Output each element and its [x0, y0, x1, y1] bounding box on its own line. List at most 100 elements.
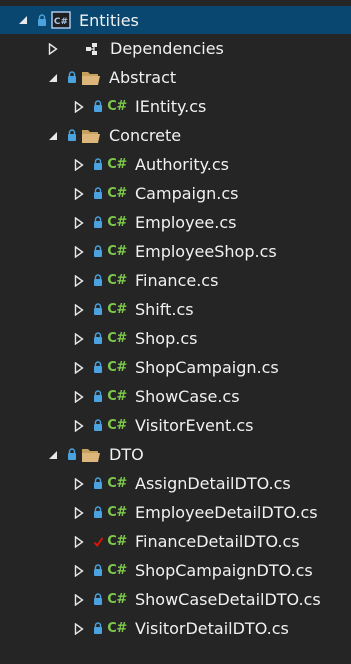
tree-node-label: Entities [79, 10, 139, 30]
csharp-file-icon: C# [107, 331, 127, 346]
collapsed-arrow-icon[interactable] [72, 158, 86, 172]
tree-node-label: EmployeeDetailDTO.cs [135, 503, 318, 522]
collapsed-arrow-icon[interactable] [72, 245, 86, 259]
folder-open-icon [81, 70, 101, 86]
collapsed-arrow-icon[interactable] [72, 477, 86, 491]
csharp-file-icon: C# [107, 505, 127, 520]
tree-node-label: Concrete [109, 126, 182, 145]
tree-node-label: Authority.cs [135, 155, 229, 174]
tree-node-entities-project[interactable]: C# Entities [0, 6, 351, 34]
svg-text:C#: C# [54, 17, 68, 27]
csharp-file-icon: C# [107, 418, 127, 433]
lock-icon [92, 593, 104, 607]
tree-node-folder-abstract[interactable]: Abstract [0, 63, 351, 92]
tree-node-label: Dependencies [110, 39, 224, 58]
tree-node-label: ShowCase.cs [135, 387, 240, 406]
tree-node-file[interactable]: C# FinanceDetailDTO.cs [0, 527, 351, 556]
lock-icon [92, 274, 104, 288]
dependencies-icon [82, 41, 102, 57]
tree-node-file[interactable]: C# ShowCase.cs [0, 382, 351, 411]
lock-icon [92, 216, 104, 230]
csharp-file-icon: C# [107, 157, 127, 172]
tree-node-label: VisitorDetailDTO.cs [135, 619, 289, 638]
collapsed-arrow-icon[interactable] [72, 564, 86, 578]
collapsed-arrow-icon[interactable] [72, 535, 86, 549]
solution-explorer-tree: C# Entities Dependencies Abstract C# IEn… [0, 6, 351, 643]
lock-icon [66, 71, 78, 85]
lock-icon [92, 419, 104, 433]
csharp-file-icon: C# [107, 360, 127, 375]
collapsed-arrow-icon[interactable] [72, 332, 86, 346]
csharp-file-icon: C# [107, 621, 127, 636]
lock-icon [92, 158, 104, 172]
lock-icon [92, 303, 104, 317]
tree-node-label: VisitorEvent.cs [135, 416, 254, 435]
tree-node-label: EmployeeShop.cs [135, 242, 277, 261]
lock-icon [92, 622, 104, 636]
tree-node-label: Shift.cs [135, 300, 194, 319]
lock-icon [66, 448, 78, 462]
tree-node-file[interactable]: C# Shop.cs [0, 324, 351, 353]
lock-icon [92, 100, 104, 114]
collapsed-arrow-icon[interactable] [72, 216, 86, 230]
expanded-arrow-icon[interactable] [46, 448, 60, 462]
tree-node-file[interactable]: C# AssignDetailDTO.cs [0, 469, 351, 498]
lock-icon [92, 187, 104, 201]
collapsed-arrow-icon[interactable] [72, 622, 86, 636]
tree-node-file[interactable]: C# VisitorEvent.cs [0, 411, 351, 440]
expanded-arrow-icon[interactable] [46, 71, 60, 85]
tree-node-file[interactable]: C# ShopCampaign.cs [0, 353, 351, 382]
collapsed-arrow-icon[interactable] [46, 42, 60, 56]
collapsed-arrow-icon[interactable] [72, 419, 86, 433]
collapsed-arrow-icon[interactable] [72, 506, 86, 520]
tree-node-file[interactable]: C# ShopCampaignDTO.cs [0, 556, 351, 585]
csharp-file-icon: C# [107, 592, 127, 607]
lock-icon [66, 129, 78, 143]
tree-node-label: ShowCaseDetailDTO.cs [135, 590, 321, 609]
tree-node-file[interactable]: C# VisitorDetailDTO.cs [0, 614, 351, 643]
tree-node-label: Shop.cs [135, 329, 198, 348]
tree-node-label: DTO [109, 445, 144, 464]
tree-node-folder-concrete[interactable]: Concrete [0, 121, 351, 150]
tree-node-file[interactable]: C# Employee.cs [0, 208, 351, 237]
lock-icon [92, 361, 104, 375]
tree-node-folder-dto[interactable]: DTO [0, 440, 351, 469]
csharp-file-icon: C# [107, 273, 127, 288]
tree-node-file[interactable]: C# EmployeeDetailDTO.cs [0, 498, 351, 527]
collapsed-arrow-icon[interactable] [72, 361, 86, 375]
tree-node-file[interactable]: C# Finance.cs [0, 266, 351, 295]
lock-icon [92, 564, 104, 578]
csharp-file-icon: C# [107, 215, 127, 230]
collapsed-arrow-icon[interactable] [72, 187, 86, 201]
tree-node-label: FinanceDetailDTO.cs [135, 532, 300, 551]
tree-node-file[interactable]: C# IEntity.cs [0, 92, 351, 121]
csharp-file-icon: C# [107, 476, 127, 491]
collapsed-arrow-icon[interactable] [72, 274, 86, 288]
tree-node-file[interactable]: C# Campaign.cs [0, 179, 351, 208]
tree-node-label: Employee.cs [135, 213, 237, 232]
tree-node-label: Finance.cs [135, 271, 219, 290]
tree-node-label: AssignDetailDTO.cs [135, 474, 291, 493]
expanded-arrow-icon[interactable] [16, 13, 30, 27]
csharp-file-icon: C# [107, 186, 127, 201]
lock-icon [92, 332, 104, 346]
tree-node-dependencies[interactable]: Dependencies [0, 34, 351, 63]
tree-node-label: Abstract [109, 68, 177, 87]
collapsed-arrow-icon[interactable] [72, 303, 86, 317]
tree-node-label: ShopCampaignDTO.cs [135, 561, 313, 580]
checked-out-checkmark-icon [92, 535, 104, 549]
tree-node-file[interactable]: C# ShowCaseDetailDTO.cs [0, 585, 351, 614]
csharp-file-icon: C# [107, 534, 127, 549]
expanded-arrow-icon[interactable] [46, 129, 60, 143]
lock-icon [92, 506, 104, 520]
collapsed-arrow-icon[interactable] [72, 390, 86, 404]
tree-node-label: ShopCampaign.cs [135, 358, 279, 377]
tree-node-label: Campaign.cs [135, 184, 239, 203]
tree-node-file[interactable]: C# EmployeeShop.cs [0, 237, 351, 266]
collapsed-arrow-icon[interactable] [72, 593, 86, 607]
collapsed-arrow-icon[interactable] [72, 100, 86, 114]
csharp-file-icon: C# [107, 99, 127, 114]
tree-node-file[interactable]: C# Shift.cs [0, 295, 351, 324]
tree-node-file[interactable]: C# Authority.cs [0, 150, 351, 179]
csharp-file-icon: C# [107, 389, 127, 404]
